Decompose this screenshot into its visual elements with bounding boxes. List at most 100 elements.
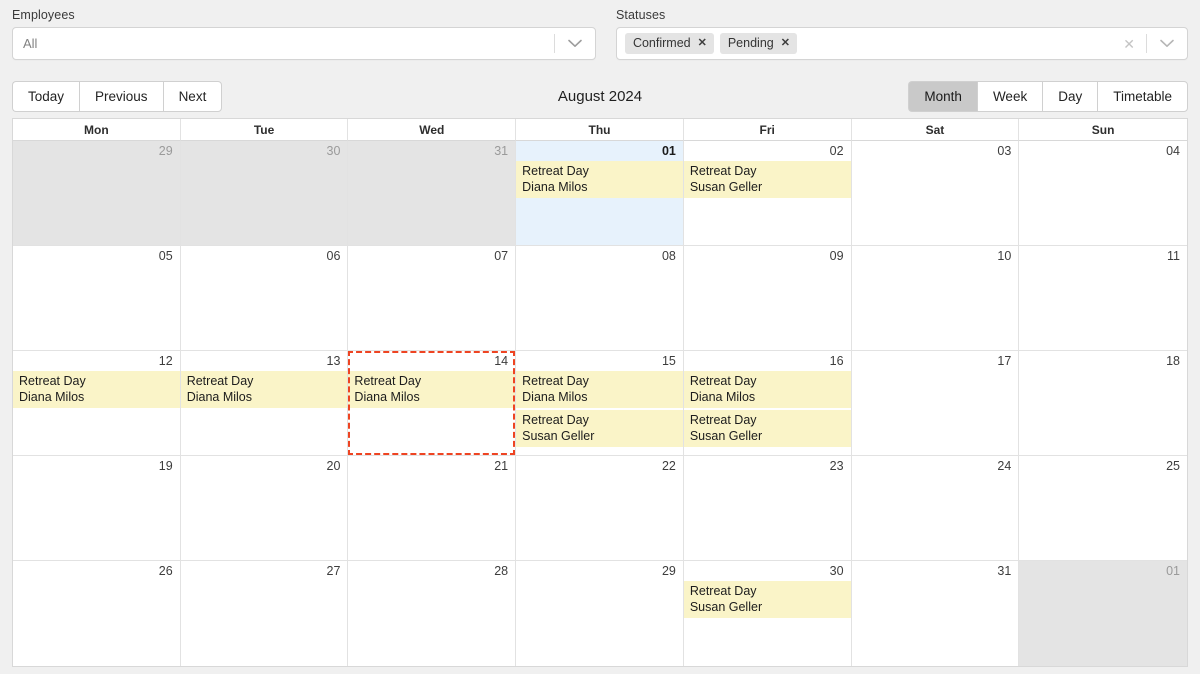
day-cell[interactable]: 07 [348, 246, 517, 351]
event-list: Retreat Day Diana Milos [13, 371, 180, 408]
day-cell[interactable]: 20 [180, 456, 349, 561]
event-list: Retreat Day Diana Milos [180, 371, 348, 408]
event-title: Retreat Day [689, 584, 757, 598]
day-cell[interactable]: 11 [1019, 246, 1187, 351]
calendar-event[interactable]: Retreat Day Diana Milos [516, 371, 683, 408]
day-cell[interactable]: 14 Retreat Day Diana Milos [348, 351, 517, 456]
day-number: 05 [158, 249, 173, 263]
day-cell[interactable]: 21 [348, 456, 517, 561]
day-cell[interactable]: 02 Retreat Day Susan Geller [683, 141, 852, 246]
day-cell[interactable]: 22 [516, 456, 684, 561]
statuses-select[interactable]: Confirmed ✕ Pending ✕ ✕ [615, 27, 1188, 60]
calendar-event[interactable]: Retreat Day Susan Geller [683, 581, 851, 618]
day-cell[interactable]: 10 [851, 246, 1020, 351]
event-person: Diana Milos [689, 390, 756, 404]
view-tab-day[interactable]: Day [1042, 80, 1098, 112]
weekday-header-row: Mon Tue Wed Thu Fri Sat Sun [13, 118, 1187, 141]
event-title: Retreat Day [689, 374, 757, 388]
day-cell[interactable]: 27 [180, 561, 349, 666]
day-cell[interactable]: 12 Retreat Day Diana Milos [13, 351, 181, 456]
day-cell[interactable]: 30 [180, 141, 349, 246]
x-icon[interactable]: ✕ [698, 38, 707, 49]
calendar-event[interactable]: Retreat Day Diana Milos [13, 371, 180, 408]
calendar-toolbar: Today Previous Next August 2024 Month We… [0, 74, 1200, 118]
day-number: 29 [661, 564, 676, 578]
calendar-week-row: 29 30 31 01 Retreat Day Diana Milos 02 Retreat … [13, 141, 1187, 246]
day-cell[interactable]: 31 [348, 141, 517, 246]
day-number: 31 [997, 564, 1012, 578]
day-cell[interactable]: 05 [13, 246, 181, 351]
day-cell[interactable]: 25 [1019, 456, 1187, 561]
day-cell[interactable]: 03 [851, 141, 1020, 246]
weekday-header-tue: Tue [180, 119, 349, 141]
day-cell[interactable]: 24 [851, 456, 1020, 561]
chevron-down-icon[interactable] [555, 39, 595, 48]
day-cell[interactable]: 19 [13, 456, 181, 561]
day-cell[interactable]: 01 Retreat Day Diana Milos [516, 141, 684, 246]
view-tab-month[interactable]: Month [908, 80, 977, 112]
day-number: 19 [158, 459, 173, 473]
chevron-down-icon[interactable] [1147, 39, 1187, 48]
status-chip[interactable]: Confirmed ✕ [624, 33, 714, 54]
calendar-event[interactable]: Retreat Day Diana Milos [516, 161, 683, 198]
clear-x-icon[interactable]: ✕ [1112, 37, 1146, 51]
day-cell[interactable]: 09 [683, 246, 852, 351]
status-chip[interactable]: Pending ✕ [719, 33, 797, 54]
calendar-event[interactable]: Retreat Day Diana Milos [683, 371, 851, 408]
day-cell[interactable]: 06 [180, 246, 349, 351]
event-person: Diana Milos [354, 390, 420, 404]
previous-button[interactable]: Previous [79, 80, 163, 112]
calendar-event[interactable]: Retreat Day Susan Geller [683, 161, 851, 198]
status-chip-label: Confirmed [632, 36, 691, 50]
day-cell[interactable]: 29 [13, 141, 181, 246]
event-title: Retreat Day [522, 164, 589, 178]
event-title: Retreat Day [689, 413, 757, 427]
calendar-event[interactable]: Retreat Day Diana Milos [180, 371, 348, 408]
day-number: 17 [997, 354, 1012, 368]
calendar-week-row: 05 06 07 08 09 10 11 [13, 246, 1187, 351]
day-number: 13 [326, 354, 341, 368]
statuses-chip-area: Confirmed ✕ Pending ✕ [617, 33, 1112, 54]
event-person: Diana Milos [522, 180, 588, 194]
day-cell[interactable]: 26 [13, 561, 181, 666]
day-cell[interactable]: 31 [851, 561, 1020, 666]
day-cell[interactable]: 28 [348, 561, 517, 666]
calendar-event[interactable]: Retreat Day Susan Geller [683, 410, 851, 447]
day-cell[interactable]: 17 [851, 351, 1020, 456]
view-tab-timetable[interactable]: Timetable [1097, 80, 1188, 112]
day-number: 22 [661, 459, 676, 473]
event-title: Retreat Day [522, 374, 589, 388]
x-icon[interactable]: ✕ [781, 38, 790, 49]
day-cell[interactable]: 04 [1019, 141, 1187, 246]
day-cell[interactable]: 23 [683, 456, 852, 561]
employees-select[interactable]: All [12, 27, 596, 60]
event-person: Susan Geller [689, 600, 763, 614]
view-tab-week[interactable]: Week [976, 80, 1043, 112]
day-cell[interactable]: 16 Retreat Day Diana Milos Retreat Day Susan… [683, 351, 852, 456]
day-cell[interactable]: 18 [1019, 351, 1187, 456]
calendar-week-row: 19 20 21 22 23 24 25 [13, 456, 1187, 561]
calendar-event[interactable]: Retreat Day Susan Geller [516, 410, 683, 447]
event-person: Diana Milos [186, 390, 253, 404]
today-button[interactable]: Today [12, 80, 80, 112]
weekday-header-sat: Sat [851, 119, 1020, 141]
day-cell[interactable]: 29 [516, 561, 684, 666]
day-number: 07 [494, 249, 509, 263]
next-button[interactable]: Next [162, 80, 223, 112]
employees-filter-group: Employees All [12, 8, 596, 74]
day-cell[interactable]: 15 Retreat Day Diana Milos Retreat Day Susan… [516, 351, 684, 456]
day-number: 21 [494, 459, 509, 473]
event-title: Retreat Day [19, 374, 86, 388]
event-title: Retreat Day [186, 374, 254, 388]
day-cell[interactable]: 13 Retreat Day Diana Milos [180, 351, 349, 456]
view-switcher: Month Week Day Timetable [908, 80, 1188, 112]
weekday-header-sun: Sun [1019, 119, 1187, 141]
day-number: 12 [158, 354, 173, 368]
calendar-event[interactable]: Retreat Day Diana Milos [348, 371, 516, 408]
day-cell[interactable]: 30 Retreat Day Susan Geller [683, 561, 852, 666]
calendar-week-row: 26 27 28 29 30 Retreat Day Susan Geller 31 01 [13, 561, 1187, 666]
day-cell[interactable]: 01 [1019, 561, 1187, 666]
day-cell[interactable]: 08 [516, 246, 684, 351]
day-number: 27 [326, 564, 341, 578]
day-number: 01 [661, 144, 676, 158]
